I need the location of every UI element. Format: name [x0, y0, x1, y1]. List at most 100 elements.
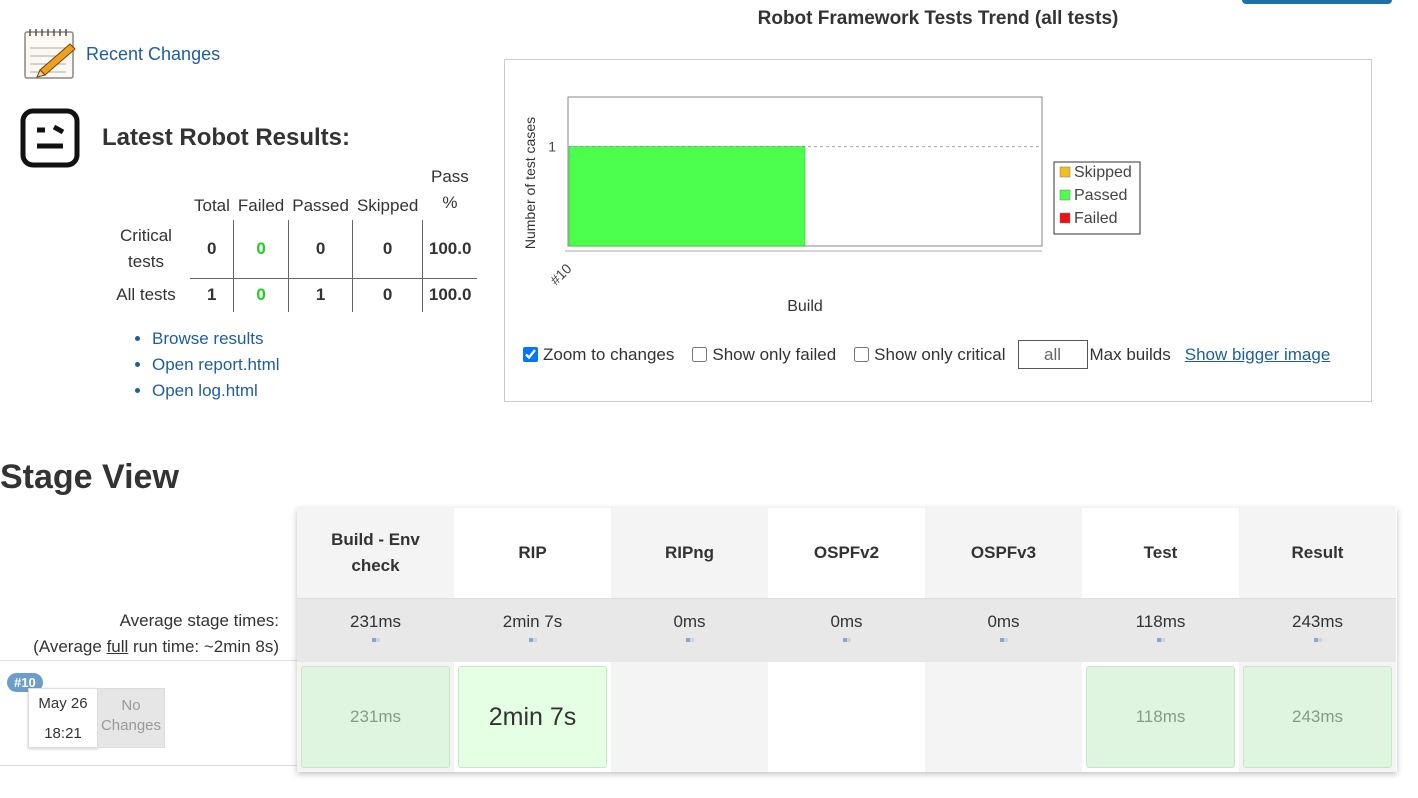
stage-header: RIPng: [611, 508, 768, 598]
recent-changes-link[interactable]: Recent Changes: [86, 44, 220, 65]
show-bigger-image-link[interactable]: Show bigger image: [1185, 345, 1331, 365]
stage-cell[interactable]: [925, 662, 1082, 772]
stage-average: 231ms: [297, 598, 454, 662]
row-label: All tests: [116, 285, 176, 304]
robot-links: Browse results Open report.html Open log…: [152, 326, 280, 404]
x-tick-label: #10: [547, 260, 575, 288]
open-log-link[interactable]: Open log.html: [152, 381, 258, 400]
cell-skipped: 0: [352, 220, 423, 278]
stage-header: OSPFv3: [925, 508, 1082, 598]
stage-result-box[interactable]: 231ms: [301, 666, 450, 768]
cell-passed: 1: [288, 277, 354, 312]
stage-average-time: 243ms: [1291, 612, 1344, 631]
y-axis-label: Number of test cases: [522, 117, 538, 249]
stage-header: Result: [1239, 508, 1396, 598]
only-critical-label: Show only critical: [874, 344, 1006, 364]
stage-average-time: 118ms: [1135, 612, 1186, 631]
stage-average: 0ms: [611, 598, 768, 662]
trend-title: Robot Framework Tests Trend (all tests): [757, 8, 1119, 29]
table-row: All tests 1 0 1 0 100.0: [110, 277, 478, 312]
stage-average-bar: [1156, 638, 1165, 642]
avg-run-suffix: run time: ~2min 8s): [128, 637, 279, 656]
only-failed-toggle[interactable]: Show only failed: [692, 345, 836, 365]
only-failed-checkbox[interactable]: [692, 347, 708, 362]
col-skipped: Skipped: [356, 196, 419, 215]
col-failed: Failed: [237, 196, 285, 215]
avg-run-full: full: [106, 637, 129, 656]
cell-total: 0: [190, 220, 235, 278]
stage-average-time: 0ms: [830, 612, 863, 631]
list-item: Open report.html: [152, 352, 280, 378]
only-critical-checkbox[interactable]: [854, 347, 870, 362]
open-report-link[interactable]: Open report.html: [152, 355, 280, 374]
legend-swatch: [1059, 166, 1071, 178]
y-tick-label: 1: [548, 139, 556, 155]
legend-label: Passed: [1074, 187, 1127, 204]
stage-cell[interactable]: [768, 662, 925, 772]
max-builds-input[interactable]: all: [1017, 340, 1088, 369]
cell-pass-pct: 100.0: [428, 238, 472, 258]
trend-panel: 1 #10 Build Number of test cases Skipped Pass…: [504, 59, 1372, 402]
cell-passed: 0: [288, 220, 354, 278]
stage-average-bar: [371, 638, 380, 642]
stage-header: OSPFv2: [768, 508, 925, 598]
trend-controls: Zoom to changes Show only failed Show on…: [523, 340, 1330, 369]
stage-column: Build - Env check 231ms 231ms: [297, 508, 454, 772]
stage-result-box[interactable]: 243ms: [1243, 666, 1392, 768]
stage-column: OSPFv3 0ms: [925, 508, 1082, 772]
robot-results-header: Latest Robot Results:: [20, 108, 350, 168]
stage-grid: Build - Env check 231ms 231ms RIP 2min 7s 2mi…: [297, 508, 1397, 772]
trend-chart: 1 #10 Build Number of test cases Skipped Pass…: [522, 96, 1141, 315]
table-row: Critical tests 0 0 0 0 100.0: [110, 220, 477, 278]
stage-average: 0ms: [768, 598, 925, 662]
stage-header: RIP: [454, 508, 611, 598]
avg-stage-times-text: Average stage times:: [119, 611, 279, 630]
cell-failed: 0: [233, 220, 289, 278]
stage-average-time: 0ms: [987, 612, 1020, 631]
recent-changes: Recent Changes: [22, 26, 220, 82]
stage-average-bar: [999, 638, 1008, 642]
zoom-checkbox[interactable]: [523, 347, 538, 362]
stage-column: RIP 2min 7s 2min 7s: [454, 508, 611, 772]
stage-cell[interactable]: 2min 7s: [454, 662, 611, 772]
passed-area: [568, 146, 806, 247]
notepad-icon: [24, 29, 76, 79]
build-date: May 26 18:21: [28, 688, 98, 748]
stage-column: OSPFv2 0ms: [768, 508, 925, 772]
robot-results-title: Latest Robot Results:: [102, 124, 351, 151]
stage-column: Result 243ms 243ms: [1239, 508, 1396, 772]
stage-average-bar: [528, 638, 537, 642]
stage-cell[interactable]: 243ms: [1239, 662, 1396, 772]
list-item: Browse results: [152, 326, 280, 352]
stage-cell[interactable]: 231ms: [297, 662, 454, 772]
build-date-time: 18:21: [44, 725, 82, 742]
cell-failed: 0: [233, 277, 289, 312]
build-changes[interactable]: No Changes: [97, 688, 165, 748]
stage-cell[interactable]: [611, 662, 768, 772]
max-builds-label: Max builds: [1089, 344, 1171, 364]
stage-cell[interactable]: 118ms: [1082, 662, 1239, 772]
only-failed-label: Show only failed: [712, 344, 837, 364]
top-action-button[interactable]: [1242, 0, 1392, 4]
stage-result-box[interactable]: 118ms: [1086, 666, 1235, 768]
zoom-label: Zoom to changes: [543, 344, 675, 364]
stage-header: Build - Env check: [297, 508, 454, 598]
stage-average-time: 0ms: [673, 612, 706, 631]
zoom-toggle[interactable]: Zoom to changes: [523, 345, 674, 365]
robot-icon: [20, 108, 80, 168]
legend-label: Failed: [1074, 210, 1118, 227]
stage-average: 243ms: [1239, 598, 1396, 662]
build-date-day: May 26: [38, 695, 88, 712]
stage-view-title: Stage View: [0, 458, 179, 496]
row-label: Critical tests: [120, 226, 172, 271]
cell-skipped: 0: [352, 277, 423, 312]
browse-results-link[interactable]: Browse results: [152, 329, 263, 348]
col-pass-pct: Pass%: [431, 167, 469, 212]
stage-column: RIPng 0ms: [611, 508, 768, 772]
legend-swatch: [1059, 212, 1071, 224]
stage-average-bar: [842, 638, 851, 642]
stage-column: Test 118ms 118ms: [1082, 508, 1239, 772]
only-critical-toggle[interactable]: Show only critical: [854, 344, 1006, 365]
stage-result-box[interactable]: 2min 7s: [458, 666, 607, 768]
stage-average-bar: [1313, 638, 1322, 642]
